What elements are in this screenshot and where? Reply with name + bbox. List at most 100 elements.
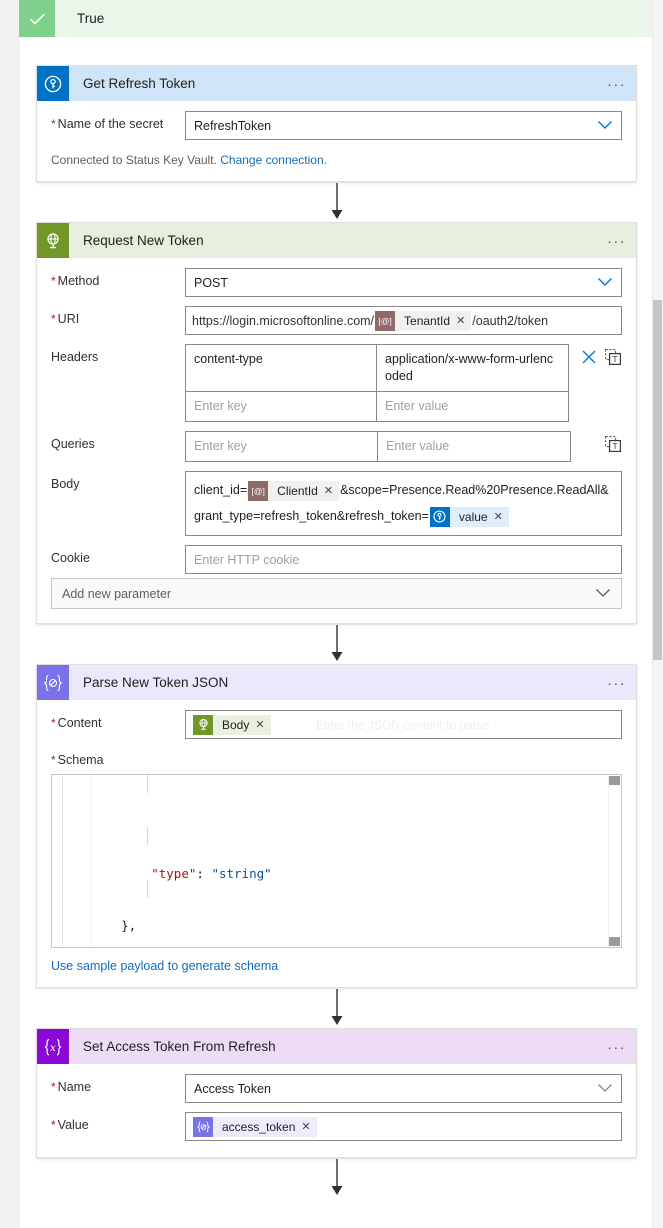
card-header-parse-new-token-json[interactable]: Parse New Token JSON ··· [37,665,636,700]
http-globe-icon [37,223,69,258]
header-key-input[interactable]: content-type [185,344,377,392]
schema-code-editor[interactable]: "type": "string" }, "scope": { "type": "… [51,774,622,948]
close-icon[interactable]: ✕ [494,504,503,530]
query-value-input[interactable]: Enter value [378,431,571,462]
token-chip-body[interactable]: Body ✕ [193,714,271,735]
header-value-input[interactable]: application/x-www-form-urlencoded [377,344,569,392]
token-chip-access-token[interactable]: access_token ✕ [193,1116,317,1137]
field-row-method: Method POST [51,268,622,297]
http-globe-icon [193,714,213,735]
token-chip-label: ClientId [277,483,318,498]
field-label-uri: URI [51,306,185,327]
close-icon[interactable]: ✕ [301,1120,310,1133]
body-input[interactable]: client_id= [@] ClientId ✕ &scope=Presence.Re… [185,471,622,536]
header-key-input-empty[interactable]: Enter key [185,392,377,422]
variable-name-dropdown[interactable]: Access Token [185,1074,622,1103]
field-row-queries: Queries Enter key Enter value T [51,431,622,462]
card-get-refresh-token[interactable]: Get Refresh Token ··· Name of the secret… [36,65,637,182]
card-body-get-refresh-token: Name of the secret RefreshToken Connecte… [37,101,636,181]
field-label-schema: Schema [51,753,622,768]
content-input[interactable]: Body ✕ Enter the JSON content to parse [185,710,622,739]
connector-arrow-4 [36,1158,637,1198]
card-body-parse-new-token-json: Content Body ✕ [37,700,636,987]
close-icon[interactable]: ✕ [324,478,333,504]
uri-suffix-text: /oauth2/token [472,313,549,328]
card-parse-new-token-json[interactable]: Parse New Token JSON ··· Content [36,664,637,988]
token-chip-label: Body [222,717,250,732]
connector-arrow-1 [36,182,637,222]
set-variable-icon: x [37,1029,69,1064]
card-header-get-refresh-token[interactable]: Get Refresh Token ··· [37,66,636,101]
method-dropdown[interactable]: POST [185,268,622,297]
cookie-input[interactable]: Enter HTTP cookie [185,545,622,574]
expression-icon: [@] [375,310,396,331]
card-overflow-menu-button[interactable]: ··· [607,1040,626,1054]
variable-value-input[interactable]: access_token ✕ [185,1112,622,1141]
page-scrollbar-thumb[interactable] [653,300,662,660]
true-branch-body: Get Refresh Token ··· Name of the secret… [19,37,652,1228]
body-text-part-1: client_id= [194,483,248,497]
close-icon[interactable] [581,349,597,368]
query-key-input[interactable]: Enter key [185,431,378,462]
card-title: Request New Token [83,233,204,248]
header-row-empty: Enter key Enter value [185,392,569,422]
scrollbar-thumb-bottom[interactable] [609,937,620,946]
card-header-request-new-token[interactable]: Request New Token ··· [37,223,636,258]
parse-json-icon [193,1116,213,1137]
field-label-value: Value [51,1112,185,1133]
token-chip-tenantid[interactable]: [@] TenantId ✕ [375,310,472,331]
field-label-method: Method [51,268,185,289]
field-row-value: Value access_token ✕ [51,1112,622,1141]
token-chip-label: access_token [222,1119,296,1134]
card-overflow-menu-button[interactable]: ··· [607,234,626,248]
chevron-down-icon [597,1082,613,1096]
secret-name-value: RefreshToken [194,118,272,133]
card-body-set-access-token-from-refresh: Name Access Token Value [37,1064,636,1157]
field-row-body: Body client_id= [@] ClientId ✕ &scope=Presen… [51,471,622,536]
switch-to-text-mode-icon[interactable]: T [605,349,622,369]
close-icon[interactable]: ✕ [255,718,264,731]
key-vault-icon [37,66,69,101]
header-row-actions: T [569,344,622,422]
chevron-down-icon [597,276,613,290]
card-request-new-token[interactable]: Request New Token ··· Method POST [36,222,637,624]
chevron-down-icon [595,587,611,601]
header-value-input-empty[interactable]: Enter value [377,392,569,422]
connector-arrow-2 [36,624,637,664]
field-label-name: Name [51,1074,185,1095]
card-overflow-menu-button[interactable]: ··· [607,77,626,91]
flow-column: Get Refresh Token ··· Name of the secret… [36,65,637,1198]
svg-text:x: x [50,1042,56,1054]
card-overflow-menu-button[interactable]: ··· [607,676,626,690]
card-header-set-access-token-from-refresh[interactable]: x Set Access Token From Refresh ··· [37,1029,636,1064]
field-label-queries: Queries [51,437,95,451]
svg-text:T: T [611,441,618,451]
expression-icon: [@] [248,480,269,501]
header-row-filled: content-type application/x-www-form-urle… [185,344,569,392]
token-chip-value[interactable]: value ✕ [429,504,509,530]
token-chip-clientid[interactable]: [@] ClientId ✕ [248,478,340,504]
field-label-headers: Headers [51,350,99,364]
query-row-empty: Enter key Enter value [185,431,571,462]
switch-to-text-mode-icon[interactable]: T [605,436,622,456]
card-body-request-new-token: Method POST URI [37,258,636,623]
scrollbar-thumb-top[interactable] [609,776,620,785]
svg-text:T: T [611,354,618,364]
change-connection-link[interactable]: Change connection. [220,153,327,167]
close-icon[interactable]: ✕ [456,314,465,327]
check-icon [19,0,55,37]
add-new-parameter-dropdown[interactable]: Add new parameter [51,578,622,609]
key-vault-icon [429,506,450,527]
page-scrollbar[interactable] [652,0,663,1228]
chevron-down-icon [597,119,613,133]
use-sample-payload-link[interactable]: Use sample payload to generate schema [51,959,622,973]
card-set-access-token-from-refresh[interactable]: x Set Access Token From Refresh ··· Name… [36,1028,637,1158]
card-title: Parse New Token JSON [83,675,229,690]
true-branch-header[interactable]: True [19,0,652,37]
uri-input[interactable]: https://login.microsoftonline.com/ [@] T… [185,306,622,335]
add-new-parameter-label: Add new parameter [62,586,172,601]
uri-prefix-text: https://login.microsoftonline.com/ [192,313,375,328]
schema-editor-scrollbar[interactable] [608,775,621,947]
secret-name-dropdown[interactable]: RefreshToken [185,111,622,140]
schema-code-content[interactable]: "type": "string" }, "scope": { "type": "… [91,775,621,947]
